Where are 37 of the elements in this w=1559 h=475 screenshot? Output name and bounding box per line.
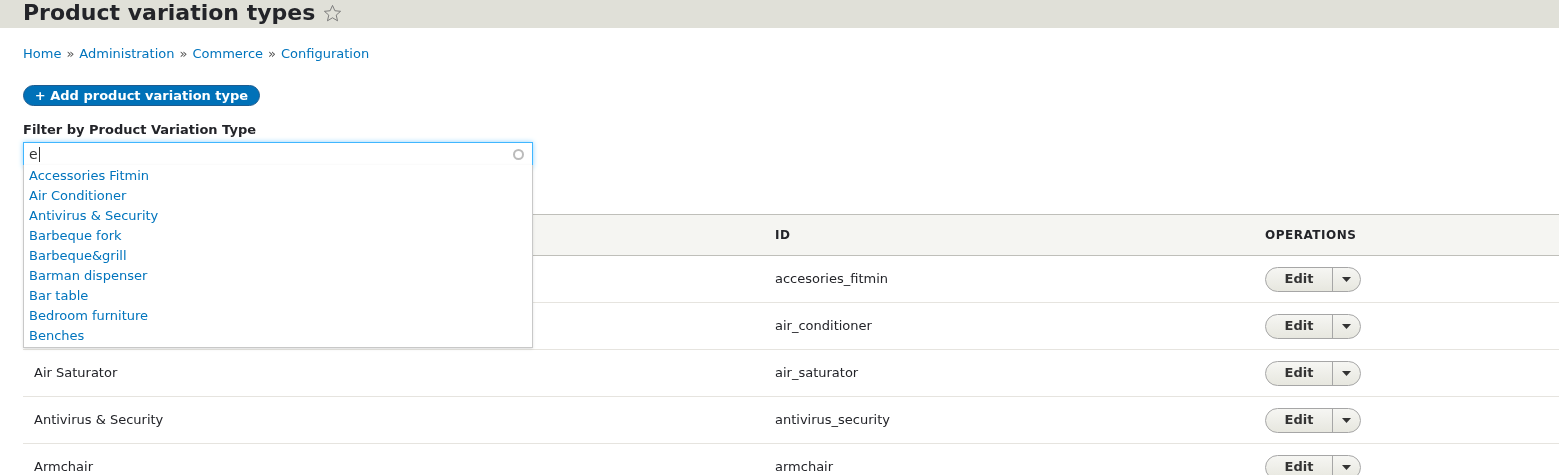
star-icon[interactable] <box>323 3 343 23</box>
table-cell: armchair <box>775 459 834 475</box>
autocomplete-item[interactable]: Barman dispenser <box>24 266 532 286</box>
breadcrumb-separator: » <box>268 45 276 64</box>
breadcrumb-link[interactable]: Administration <box>79 44 175 64</box>
spinner-icon <box>513 149 524 160</box>
autocomplete-item[interactable]: Barbeque&grill <box>24 246 532 266</box>
caret-icon <box>1342 276 1351 282</box>
caret-icon <box>1342 323 1351 329</box>
filter-field[interactable]: e <box>23 142 533 167</box>
table-cell: Armchair <box>34 459 93 475</box>
breadcrumb-link[interactable]: Configuration <box>281 44 370 64</box>
table-cell: air_saturator <box>775 365 859 381</box>
autocomplete-item[interactable]: Barbeque fork <box>24 226 532 246</box>
table-cell: antivirus_security <box>775 412 890 428</box>
breadcrumb-link[interactable]: Commerce <box>192 44 264 64</box>
breadcrumb-separator: » <box>179 45 188 64</box>
add-button[interactable]: + Add product variation type <box>23 85 260 106</box>
autocomplete-item[interactable]: Antivirus & Security <box>24 206 532 226</box>
caret-icon <box>1342 370 1351 376</box>
autocomplete-item[interactable]: Bedroom furniture <box>24 306 532 326</box>
breadcrumb-separator: » <box>66 45 75 64</box>
caret-icon <box>1342 417 1351 423</box>
autocomplete-item[interactable]: Air Conditioner <box>24 186 532 206</box>
table-cell: air_conditioner <box>775 318 872 334</box>
autocomplete-item[interactable]: Bar table <box>24 286 532 306</box>
page-title: Product variation types <box>23 0 316 26</box>
table-cell: accesories_fitmin <box>775 271 888 287</box>
table-cell: Air Saturator <box>34 365 118 381</box>
caret-icon <box>1342 464 1351 470</box>
autocomplete-item[interactable]: Benches <box>24 326 532 346</box>
breadcrumb-link[interactable]: Home <box>23 44 62 64</box>
column-header: OPERATIONS <box>1265 228 1357 242</box>
column-header: ID <box>775 228 791 242</box>
filter-label: Filter by Product Variation Type <box>23 122 257 138</box>
table-cell: Antivirus & Security <box>34 412 164 428</box>
autocomplete-item[interactable]: Accessories Fitmin <box>24 166 532 186</box>
